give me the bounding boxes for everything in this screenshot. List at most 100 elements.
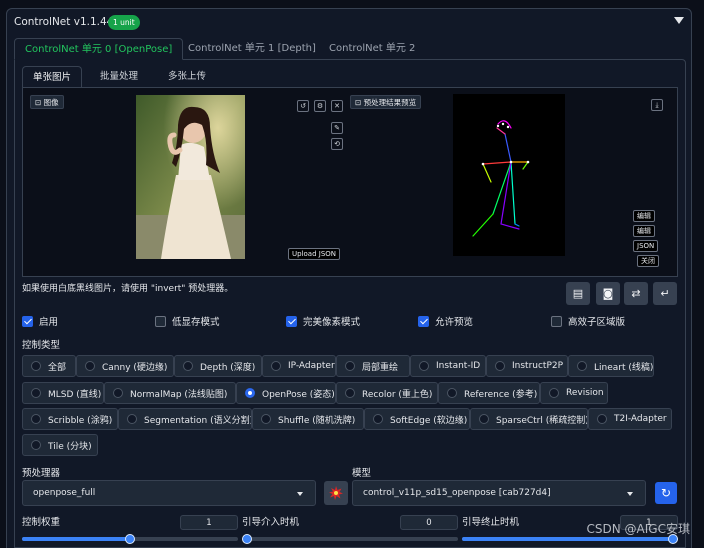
edit-button-2[interactable]: 编辑	[633, 225, 655, 237]
guidance-start-slider[interactable]	[242, 537, 458, 541]
radio[interactable]	[261, 414, 271, 424]
upload-json-button[interactable]: Upload JSON	[288, 248, 341, 260]
control-type-lineart[interactable]: Lineart (线稿)	[568, 355, 654, 377]
low-vram-checkbox[interactable]: 低显存模式	[155, 314, 220, 328]
close-icon[interactable]: ✕	[331, 100, 343, 112]
settings-icon[interactable]: ⚙	[314, 100, 326, 112]
guidance-end-slider[interactable]	[462, 537, 678, 541]
control-type-sparsectrl[interactable]: SparseCtrl (稀疏控制)	[470, 408, 588, 430]
radio[interactable]	[245, 388, 255, 398]
control-type-canny[interactable]: Canny (硬边缘)	[76, 355, 174, 377]
chevron-down-icon	[627, 492, 633, 496]
tab-unit-0[interactable]: ControlNet 单元 0 [OpenPose]	[14, 38, 184, 60]
checkbox[interactable]	[551, 315, 562, 327]
radio[interactable]	[31, 440, 41, 450]
control-type-label: 控制类型	[22, 340, 61, 351]
control-type-ip-adapter[interactable]: IP-Adapter	[262, 355, 336, 377]
refresh-icon[interactable]: ↻	[655, 482, 677, 504]
image-area	[22, 87, 678, 277]
input-image[interactable]	[136, 95, 245, 259]
chevron-down-icon	[297, 492, 303, 496]
radio[interactable]	[85, 361, 95, 371]
control-type-openpose[interactable]: OpenPose (姿态)	[236, 382, 336, 404]
swap-icon[interactable]: ⇄	[624, 282, 648, 305]
checkbox[interactable]	[155, 315, 166, 327]
control-type-scribble[interactable]: Scribble (涂鸦)	[22, 408, 118, 430]
tab-batch[interactable]: 批量处理	[90, 66, 148, 88]
radio[interactable]	[183, 361, 193, 371]
radio[interactable]	[345, 388, 355, 398]
control-type-recolor[interactable]: Recolor (重上色)	[336, 382, 438, 404]
model-label: 模型	[352, 468, 372, 479]
control-type-t2i-adapter[interactable]: T2I-Adapter	[588, 408, 672, 430]
download-icon[interactable]: ⤓	[651, 99, 663, 111]
radio[interactable]	[31, 388, 41, 398]
edit-icon[interactable]: ✎	[331, 122, 343, 134]
checkbox[interactable]	[286, 315, 297, 327]
radio[interactable]	[271, 361, 281, 371]
guidance-start-input[interactable]: 0	[400, 515, 458, 530]
rotate-icon[interactable]: ⟲	[331, 138, 343, 150]
radio[interactable]	[577, 361, 587, 371]
radio[interactable]	[127, 414, 137, 424]
control-weight-input[interactable]: 1	[180, 515, 238, 530]
send-dimensions-icon[interactable]: ↵	[653, 282, 677, 305]
radio[interactable]	[495, 361, 505, 371]
control-type-segmentation[interactable]: Segmentation (语义分割)	[118, 408, 252, 430]
control-weight-label: 控制权重	[22, 517, 61, 528]
preprocessor-label: 预处理器	[22, 468, 61, 479]
control-type-tile[interactable]: Tile (分块)	[22, 434, 98, 456]
pose-preview[interactable]	[453, 94, 565, 256]
radio[interactable]	[345, 361, 355, 371]
radio[interactable]	[113, 388, 123, 398]
radio[interactable]	[419, 361, 429, 371]
enable-checkbox[interactable]: 启用	[22, 314, 58, 328]
guidance-start-label: 引导介入时机	[242, 517, 300, 528]
preprocessor-dropdown[interactable]: openpose_full	[22, 480, 316, 506]
tab-single-image[interactable]: 单张图片	[22, 66, 83, 88]
control-type-shuffle[interactable]: Shuffle (随机洗牌)	[252, 408, 364, 430]
close-preview-button[interactable]: 关闭	[637, 255, 659, 267]
json-button[interactable]: JSON	[633, 240, 659, 252]
tab-unit-2[interactable]: ControlNet 单元 2	[319, 38, 425, 60]
tab-multi-upload[interactable]: 多张上传	[158, 66, 216, 88]
checkbox[interactable]	[22, 315, 33, 327]
radio[interactable]	[373, 414, 383, 424]
control-type-mlsd[interactable]: MLSD (直线)	[22, 382, 104, 404]
radio[interactable]	[549, 388, 559, 398]
control-weight-thumb[interactable]	[125, 534, 135, 544]
collapse-triangle-icon[interactable]	[674, 17, 684, 24]
control-type-all[interactable]: 全部	[22, 355, 76, 377]
pixel-perfect-checkbox[interactable]: 完美像素模式	[286, 314, 360, 328]
run-preprocessor-button[interactable]	[324, 481, 348, 505]
camera-icon[interactable]: ◙	[596, 282, 620, 305]
tab-unit-1[interactable]: ControlNet 单元 1 [Depth]	[178, 38, 326, 60]
control-type-revision[interactable]: Revision	[540, 382, 608, 404]
radio[interactable]	[31, 414, 41, 424]
control-type-instructp2p[interactable]: InstructP2P	[486, 355, 568, 377]
explosion-icon	[329, 486, 343, 500]
controlnet-title[interactable]: ControlNet v1.1.449	[14, 16, 120, 28]
efficient-subregion-checkbox[interactable]: 高效子区域版	[551, 314, 625, 328]
model-dropdown[interactable]: control_v11p_sd15_openpose [cab727d4]	[352, 480, 646, 506]
control-type-softedge[interactable]: SoftEdge (软边缘)	[364, 408, 470, 430]
new-canvas-icon[interactable]: ▤	[566, 282, 590, 305]
control-type-depth[interactable]: Depth (深度)	[174, 355, 262, 377]
radio[interactable]	[597, 414, 607, 424]
radio[interactable]	[31, 361, 41, 371]
image-label-chip: ⊡ 图像	[30, 95, 64, 109]
checkbox[interactable]	[418, 315, 429, 327]
undo-icon[interactable]: ↺	[297, 100, 309, 112]
radio[interactable]	[447, 388, 457, 398]
control-type-reference[interactable]: Reference (参考)	[438, 382, 540, 404]
allow-preview-checkbox[interactable]: 允许预览	[418, 314, 473, 328]
guidance-start-thumb[interactable]	[242, 534, 252, 544]
edit-button-1[interactable]: 编辑	[633, 210, 655, 222]
radio[interactable]	[479, 414, 489, 424]
openpose-skeleton	[472, 120, 530, 237]
control-type-inpaint[interactable]: 局部重绘	[336, 355, 410, 377]
control-type-instant-id[interactable]: Instant-ID	[410, 355, 486, 377]
input-photo-illustration	[136, 95, 245, 259]
guidance-end-label: 引导终止时机	[462, 517, 520, 528]
control-type-normalmap[interactable]: NormalMap (法线贴图)	[104, 382, 236, 404]
